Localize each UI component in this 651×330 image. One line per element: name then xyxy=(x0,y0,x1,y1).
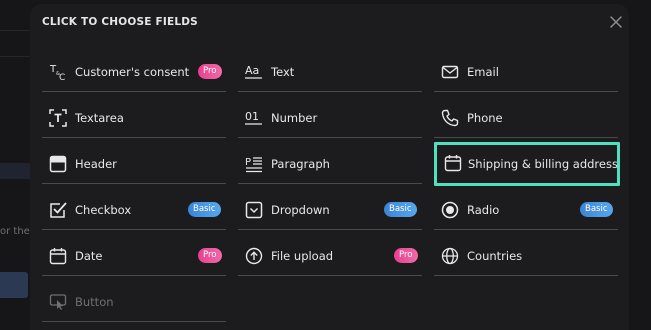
consent-icon: T & C xyxy=(49,64,65,81)
field-label: Header xyxy=(75,157,117,171)
field-label: Countries xyxy=(467,249,523,263)
button-icon xyxy=(49,294,67,310)
background-divider xyxy=(0,30,30,31)
field-countries[interactable]: Countries xyxy=(434,236,618,276)
field-label: Radio xyxy=(467,203,500,217)
field-label: Paragraph xyxy=(271,157,330,171)
close-icon[interactable] xyxy=(609,15,623,29)
field-textarea[interactable]: Textarea xyxy=(42,98,226,138)
field-label: Shipping & billing address xyxy=(468,157,618,171)
field-label: Text xyxy=(271,65,295,79)
field-header[interactable]: Header xyxy=(42,144,226,184)
background-panel xyxy=(0,163,34,179)
field-button[interactable]: Button xyxy=(42,282,226,322)
text-icon: Aa xyxy=(245,64,262,79)
field-phone[interactable]: Phone xyxy=(434,98,618,138)
field-label: Phone xyxy=(467,111,503,125)
upload-icon xyxy=(245,247,263,265)
field-paragraph[interactable]: P Paragraph xyxy=(238,144,422,184)
field-label: Textarea xyxy=(75,111,124,125)
textarea-icon xyxy=(49,109,67,127)
field-chooser-modal: CLICK TO CHOOSE FIELDS T & C Customer's … xyxy=(30,4,629,330)
field-label: Date xyxy=(75,249,103,263)
field-label: File upload xyxy=(271,249,334,263)
svg-text:P: P xyxy=(245,157,251,168)
globe-icon xyxy=(441,247,459,265)
field-label: Number xyxy=(271,111,318,125)
field-shipping-billing-address[interactable]: Shipping & billing address xyxy=(434,142,620,186)
pro-badge: Pro xyxy=(394,248,418,263)
email-icon xyxy=(441,65,459,79)
background-button xyxy=(0,272,28,298)
field-label: Customer's consent xyxy=(75,65,190,79)
svg-text:C: C xyxy=(59,73,65,81)
field-email[interactable]: Email xyxy=(434,52,618,92)
field-label: Dropdown xyxy=(271,203,330,217)
field-date[interactable]: Date Pro xyxy=(42,236,226,276)
svg-text:Aa: Aa xyxy=(245,64,259,77)
field-text[interactable]: Aa Text xyxy=(238,52,422,92)
field-dropdown[interactable]: Dropdown Basic xyxy=(238,190,422,230)
field-checkbox[interactable]: Checkbox Basic xyxy=(42,190,226,230)
basic-badge: Basic xyxy=(188,202,221,217)
background-divider xyxy=(0,56,30,57)
field-file-upload[interactable]: File upload Pro xyxy=(238,236,422,276)
dropdown-icon xyxy=(245,201,263,219)
field-customers-consent[interactable]: T & C Customer's consent Pro xyxy=(42,52,226,92)
field-label: Checkbox xyxy=(75,203,132,217)
svg-text:01: 01 xyxy=(245,110,259,123)
modal-title: CLICK TO CHOOSE FIELDS xyxy=(42,16,198,28)
paragraph-icon: P xyxy=(245,157,262,173)
pro-badge: Pro xyxy=(198,64,222,79)
phone-icon xyxy=(441,109,459,127)
number-icon: 01 xyxy=(245,110,262,125)
calendar-icon xyxy=(444,155,462,172)
field-label: Email xyxy=(467,65,499,79)
checkbox-icon xyxy=(50,202,67,218)
radio-icon xyxy=(441,201,459,219)
field-number[interactable]: 01 Number xyxy=(238,98,422,138)
field-radio[interactable]: Radio Basic xyxy=(434,190,618,230)
header-icon xyxy=(49,155,67,173)
basic-badge: Basic xyxy=(384,202,417,217)
pro-badge: Pro xyxy=(198,248,222,263)
calendar-icon xyxy=(49,248,67,265)
field-label: Button xyxy=(75,295,114,309)
basic-badge: Basic xyxy=(580,202,613,217)
